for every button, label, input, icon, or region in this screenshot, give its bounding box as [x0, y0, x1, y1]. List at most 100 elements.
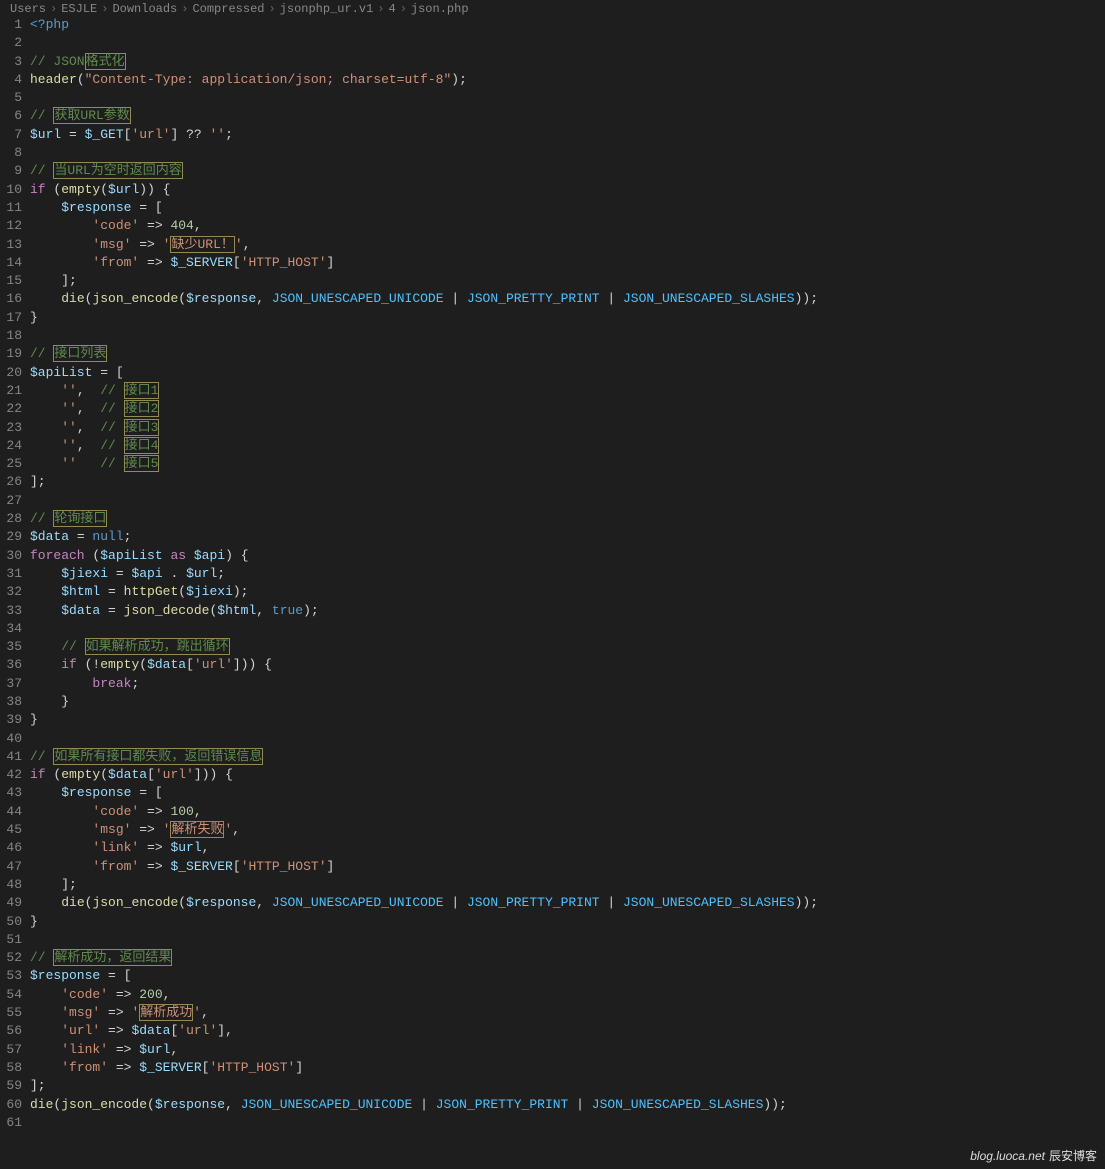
token: $data: [30, 529, 69, 544]
code-line[interactable]: 'from' => $_SERVER['HTTP_HOST']: [30, 858, 1105, 876]
token: JSON_PRETTY_PRINT: [467, 895, 600, 910]
code-line[interactable]: [30, 34, 1105, 52]
token: ] ??: [170, 127, 209, 142]
code-line[interactable]: // 如果所有接口都失败，返回错误信息: [30, 748, 1105, 766]
token: $data: [108, 767, 147, 782]
token: die: [61, 291, 84, 306]
token: ));: [795, 291, 818, 306]
token: (: [85, 548, 101, 563]
code-line[interactable]: 'msg' => '解析失败',: [30, 821, 1105, 839]
code-line[interactable]: $response = [: [30, 967, 1105, 985]
code-line[interactable]: $data = null;: [30, 528, 1105, 546]
code-line[interactable]: $apiList = [: [30, 364, 1105, 382]
token: $api: [194, 548, 225, 563]
token: break: [92, 676, 131, 691]
code-line[interactable]: 'link' => $url,: [30, 1041, 1105, 1059]
code-line[interactable]: $data = json_decode($html, true);: [30, 602, 1105, 620]
token: 接口列表: [53, 345, 107, 362]
code-line[interactable]: // 轮询接口: [30, 510, 1105, 528]
code-line[interactable]: foreach ($apiList as $api) {: [30, 547, 1105, 565]
token: ],: [217, 1023, 233, 1038]
code-line[interactable]: [30, 730, 1105, 748]
code-line[interactable]: [30, 1114, 1105, 1132]
code-line[interactable]: $response = [: [30, 199, 1105, 217]
code-line[interactable]: die(json_encode($response, JSON_UNESCAPE…: [30, 894, 1105, 912]
token: }: [30, 310, 38, 325]
breadcrumb-segment[interactable]: Downloads: [112, 2, 177, 16]
breadcrumb[interactable]: Users›ESJLE›Downloads›Compressed›jsonphp…: [0, 0, 1105, 16]
token: (: [147, 1097, 155, 1112]
code-line[interactable]: $url = $_GET['url'] ?? '';: [30, 126, 1105, 144]
token: =: [69, 529, 92, 544]
code-line[interactable]: }: [30, 693, 1105, 711]
code-line[interactable]: ];: [30, 473, 1105, 491]
code-line[interactable]: 'msg' => '缺少URL！',: [30, 236, 1105, 254]
code-line[interactable]: ];: [30, 272, 1105, 290]
code-line[interactable]: // 当URL为空时返回内容: [30, 162, 1105, 180]
breadcrumb-segment[interactable]: 4: [389, 2, 396, 16]
code-line[interactable]: }: [30, 913, 1105, 931]
breadcrumb-segment[interactable]: Compressed: [192, 2, 264, 16]
code-line[interactable]: 'code' => 200,: [30, 986, 1105, 1004]
token: [: [233, 859, 241, 874]
breadcrumb-segment[interactable]: Users: [10, 2, 46, 16]
code-line[interactable]: 'code' => 404,: [30, 217, 1105, 235]
code-line[interactable]: // 如果解析成功，跳出循环: [30, 638, 1105, 656]
token: [30, 218, 92, 233]
code-line[interactable]: die(json_encode($response, JSON_UNESCAPE…: [30, 290, 1105, 308]
breadcrumb-segment[interactable]: json.php: [411, 2, 469, 16]
code-line[interactable]: 'code' => 100,: [30, 803, 1105, 821]
code-line[interactable]: 'link' => $url,: [30, 839, 1105, 857]
code-line[interactable]: '', // 接口3: [30, 419, 1105, 437]
token: 'code': [61, 987, 108, 1002]
token: [30, 603, 61, 618]
code-line[interactable]: }: [30, 309, 1105, 327]
code-line[interactable]: if (empty($url)) {: [30, 181, 1105, 199]
code-editor[interactable]: 1234567891011121314151617181920212223242…: [0, 16, 1105, 1169]
code-line[interactable]: header("Content-Type: application/json; …: [30, 71, 1105, 89]
token: //: [30, 950, 53, 965]
code-line[interactable]: }: [30, 711, 1105, 729]
token: $response: [61, 785, 131, 800]
code-line[interactable]: [30, 492, 1105, 510]
code-line[interactable]: '', // 接口1: [30, 382, 1105, 400]
token: $apiList: [30, 365, 92, 380]
token: [186, 548, 194, 563]
code-line[interactable]: [30, 144, 1105, 162]
code-line[interactable]: ];: [30, 876, 1105, 894]
code-line[interactable]: break;: [30, 675, 1105, 693]
code-line[interactable]: [30, 931, 1105, 949]
breadcrumb-segment[interactable]: jsonphp_ur.v1: [280, 2, 374, 16]
code-line[interactable]: if (empty($data['url'])) {: [30, 766, 1105, 784]
token: =>: [139, 255, 170, 270]
code-line[interactable]: [30, 327, 1105, 345]
code-line[interactable]: die(json_encode($response, JSON_UNESCAPE…: [30, 1096, 1105, 1114]
code-line[interactable]: $html = httpGet($jiexi);: [30, 583, 1105, 601]
token: //: [100, 420, 123, 435]
code-line[interactable]: if (!empty($data['url'])) {: [30, 656, 1105, 674]
code-line[interactable]: '', // 接口4: [30, 437, 1105, 455]
code-line[interactable]: // 获取URL参数: [30, 107, 1105, 125]
token: |: [444, 895, 467, 910]
code-line[interactable]: // 解析成功，返回结果: [30, 949, 1105, 967]
code-line[interactable]: '', // 接口2: [30, 400, 1105, 418]
line-number: 39: [0, 711, 22, 729]
code-line[interactable]: 'from' => $_SERVER['HTTP_HOST']: [30, 254, 1105, 272]
token: $url: [30, 127, 61, 142]
code-line[interactable]: <?php: [30, 16, 1105, 34]
code-line[interactable]: // JSON格式化: [30, 53, 1105, 71]
code-line[interactable]: 'from' => $_SERVER['HTTP_HOST']: [30, 1059, 1105, 1077]
code-area[interactable]: <?php // JSON格式化header("Content-Type: app…: [26, 16, 1105, 1169]
code-line[interactable]: 'msg' => '解析成功',: [30, 1004, 1105, 1022]
code-line[interactable]: $response = [: [30, 784, 1105, 802]
code-line[interactable]: '' // 接口5: [30, 455, 1105, 473]
code-line[interactable]: ];: [30, 1077, 1105, 1095]
code-line[interactable]: $jiexi = $api . $url;: [30, 565, 1105, 583]
breadcrumb-segment[interactable]: ESJLE: [61, 2, 97, 16]
code-line[interactable]: [30, 620, 1105, 638]
token: 'url': [178, 1023, 217, 1038]
code-line[interactable]: // 接口列表: [30, 345, 1105, 363]
code-line[interactable]: [30, 89, 1105, 107]
line-number: 9: [0, 162, 22, 180]
code-line[interactable]: 'url' => $data['url'],: [30, 1022, 1105, 1040]
